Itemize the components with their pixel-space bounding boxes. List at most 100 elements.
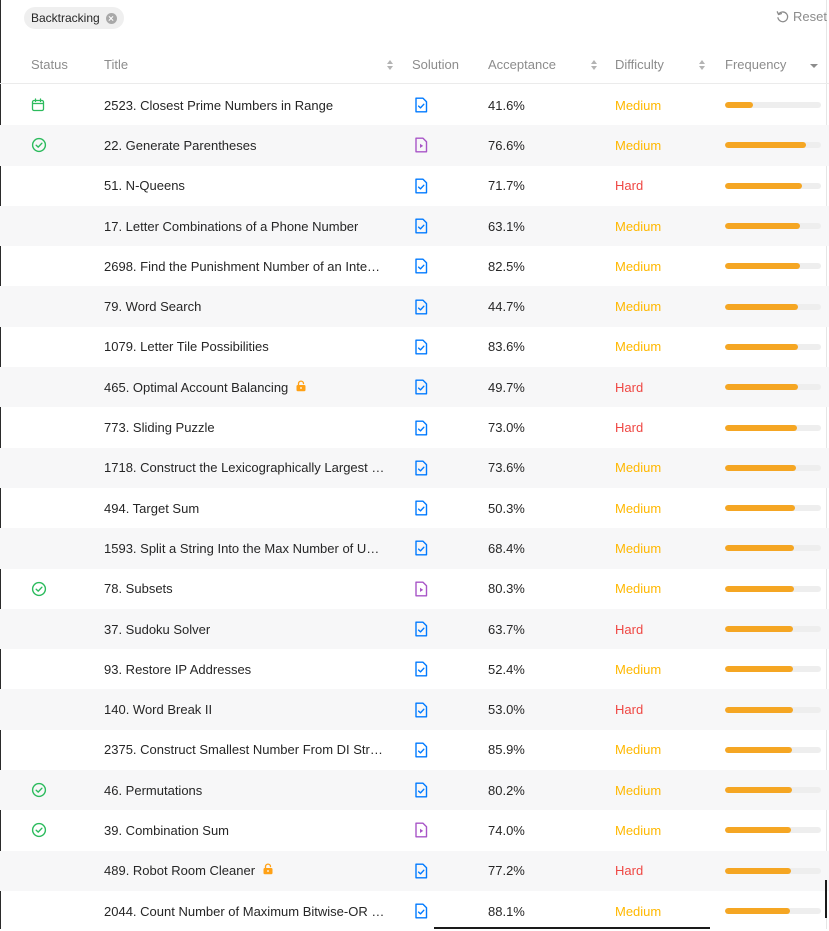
- article-solution-icon[interactable]: [414, 206, 430, 246]
- column-header-frequency[interactable]: Frequency: [725, 57, 786, 72]
- problem-row[interactable]: 37. Sudoku Solver 63.7% Hard: [0, 608, 829, 650]
- problem-row[interactable]: 2523. Closest Prime Numbers in Range 41.6…: [0, 85, 829, 125]
- status-cell: [31, 246, 51, 286]
- article-solution-icon[interactable]: [414, 770, 430, 810]
- frequency-bar-fill: [725, 303, 798, 310]
- acceptance-rate: 53.0%: [488, 702, 525, 718]
- article-solution-icon[interactable]: [414, 448, 430, 488]
- problem-title-link[interactable]: 39. Combination Sum: [104, 823, 229, 838]
- problem-title-link[interactable]: 17. Letter Combinations of a Phone Numbe…: [104, 219, 358, 234]
- article-solution-icon[interactable]: [414, 166, 430, 206]
- sort-acceptance-icon[interactable]: [591, 60, 598, 70]
- problem-title-link[interactable]: 1593. Split a String Into the Max Number…: [104, 541, 379, 556]
- problem-row[interactable]: 51. N-Queens 71.7% Hard: [0, 166, 829, 206]
- frequency-cell: [725, 85, 821, 125]
- problem-title-link[interactable]: 494. Target Sum: [104, 501, 199, 516]
- problem-row[interactable]: 2375. Construct Smallest Number From DI …: [0, 730, 829, 770]
- problem-row[interactable]: 79. Word Search 44.7% Medium: [0, 286, 829, 327]
- frequency-bar-fill: [725, 142, 806, 149]
- article-solution-icon[interactable]: [414, 851, 430, 891]
- problem-row[interactable]: 1718. Construct the Lexicographically La…: [0, 447, 829, 488]
- reset-button[interactable]: Reset: [776, 9, 827, 24]
- article-solution-icon[interactable]: [414, 488, 430, 528]
- problem-title-link[interactable]: 1079. Letter Tile Possibilities: [104, 339, 269, 354]
- article-solution-icon[interactable]: [414, 367, 430, 407]
- problem-row[interactable]: 17. Letter Combinations of a Phone Numbe…: [0, 205, 829, 247]
- article-solution-icon[interactable]: [414, 609, 430, 649]
- status-cell: [31, 730, 51, 770]
- article-solution-icon[interactable]: [414, 327, 430, 367]
- difficulty-label: Hard: [615, 863, 644, 879]
- problem-title-link[interactable]: 2044. Count Number of Maximum Bitwise-OR…: [104, 904, 384, 919]
- problem-title-link[interactable]: 51. N-Queens: [104, 178, 185, 193]
- problem-title-cell: 773. Sliding Puzzle: [104, 407, 394, 447]
- problem-title-link[interactable]: 773. Sliding Puzzle: [104, 420, 215, 435]
- problem-row[interactable]: 78. Subsets 80.3% Medium: [0, 569, 829, 609]
- video-solution-icon[interactable]: [414, 810, 430, 850]
- problem-row[interactable]: 93. Restore IP Addresses 52.4% Medium: [0, 649, 829, 689]
- frequency-bar-fill: [725, 666, 794, 673]
- sort-title-icon[interactable]: [387, 60, 394, 70]
- problem-row[interactable]: 773. Sliding Puzzle 73.0% Hard: [0, 407, 829, 447]
- frequency-cell: [725, 367, 821, 407]
- frequency-bar: [725, 343, 821, 350]
- difficulty-label: Hard: [615, 178, 644, 194]
- topic-filter-chip[interactable]: Backtracking: [24, 7, 124, 29]
- status-cell: [31, 166, 51, 206]
- column-header-acceptance[interactable]: Acceptance: [488, 57, 556, 72]
- problem-row[interactable]: 465. Optimal Account Balancing 49.7% Hard: [0, 367, 829, 408]
- article-solution-icon[interactable]: [414, 528, 430, 568]
- problem-title-link[interactable]: 1718. Construct the Lexicographically La…: [104, 460, 384, 475]
- article-solution-icon[interactable]: [414, 689, 430, 729]
- article-solution-icon[interactable]: [414, 286, 430, 326]
- problem-row[interactable]: 1593. Split a String Into the Max Number…: [0, 528, 829, 569]
- article-solution-icon[interactable]: [414, 85, 430, 125]
- problem-title-cell: 140. Word Break II: [104, 689, 394, 729]
- problem-row[interactable]: 489. Robot Room Cleaner 77.2% Hard: [0, 850, 829, 891]
- problem-title-link[interactable]: 46. Permutations: [104, 783, 202, 798]
- sort-frequency-desc-icon[interactable]: [810, 64, 818, 68]
- problem-row[interactable]: 1079. Letter Tile Possibilities 83.6% Medi…: [0, 327, 829, 367]
- problem-title-link[interactable]: 78. Subsets: [104, 581, 173, 596]
- problem-row[interactable]: 2698. Find the Punishment Number of an I…: [0, 246, 829, 286]
- problem-row[interactable]: 494. Target Sum 50.3% Medium: [0, 488, 829, 528]
- article-solution-icon[interactable]: [414, 649, 430, 689]
- problem-title-link[interactable]: 79. Word Search: [104, 299, 201, 314]
- frequency-cell: [725, 528, 821, 568]
- article-solution-icon[interactable]: [414, 730, 430, 770]
- column-header-title[interactable]: Title: [104, 57, 128, 72]
- acceptance-rate: 52.4%: [488, 661, 525, 677]
- frequency-bar-fill: [725, 867, 792, 874]
- problem-title-link[interactable]: 22. Generate Parentheses: [104, 138, 257, 153]
- acceptance-rate: 73.0%: [488, 420, 525, 436]
- status-cell: [31, 649, 51, 689]
- frequency-cell: [725, 851, 821, 891]
- difficulty-label: Medium: [615, 339, 662, 355]
- problem-title-link[interactable]: 2375. Construct Smallest Number From DI …: [104, 742, 383, 757]
- problem-row[interactable]: 22. Generate Parentheses 76.6% Medium: [0, 125, 829, 166]
- frequency-cell: [725, 206, 821, 246]
- problem-title-link[interactable]: 2698. Find the Punishment Number of an I…: [104, 259, 380, 274]
- problem-title-link[interactable]: 2523. Closest Prime Numbers in Range: [104, 98, 333, 113]
- column-header-difficulty[interactable]: Difficulty: [615, 57, 664, 72]
- article-solution-icon[interactable]: [414, 246, 430, 286]
- problem-title-link[interactable]: 465. Optimal Account Balancing: [104, 380, 288, 395]
- problem-row[interactable]: 140. Word Break II 53.0% Hard: [0, 689, 829, 730]
- remove-filter-icon[interactable]: [105, 12, 117, 24]
- problem-title-cell: 17. Letter Combinations of a Phone Numbe…: [104, 206, 394, 246]
- video-solution-icon[interactable]: [414, 125, 430, 165]
- solved-check-icon: [31, 125, 51, 165]
- video-solution-icon[interactable]: [414, 569, 430, 609]
- problem-title-link[interactable]: 37. Sudoku Solver: [104, 622, 210, 637]
- frequency-bar-fill: [725, 102, 753, 109]
- problem-row[interactable]: 46. Permutations 80.2% Medium: [0, 770, 829, 811]
- problem-row[interactable]: 39. Combination Sum 74.0% Medium: [0, 810, 829, 850]
- article-solution-icon[interactable]: [414, 891, 430, 931]
- problem-title-link[interactable]: 140. Word Break II: [104, 702, 212, 717]
- window-edge: [825, 880, 827, 918]
- article-solution-icon[interactable]: [414, 407, 430, 447]
- problem-row[interactable]: 2044. Count Number of Maximum Bitwise-OR…: [0, 891, 829, 931]
- problem-title-link[interactable]: 489. Robot Room Cleaner: [104, 863, 255, 878]
- problem-title-link[interactable]: 93. Restore IP Addresses: [104, 662, 251, 677]
- sort-difficulty-icon[interactable]: [699, 60, 706, 70]
